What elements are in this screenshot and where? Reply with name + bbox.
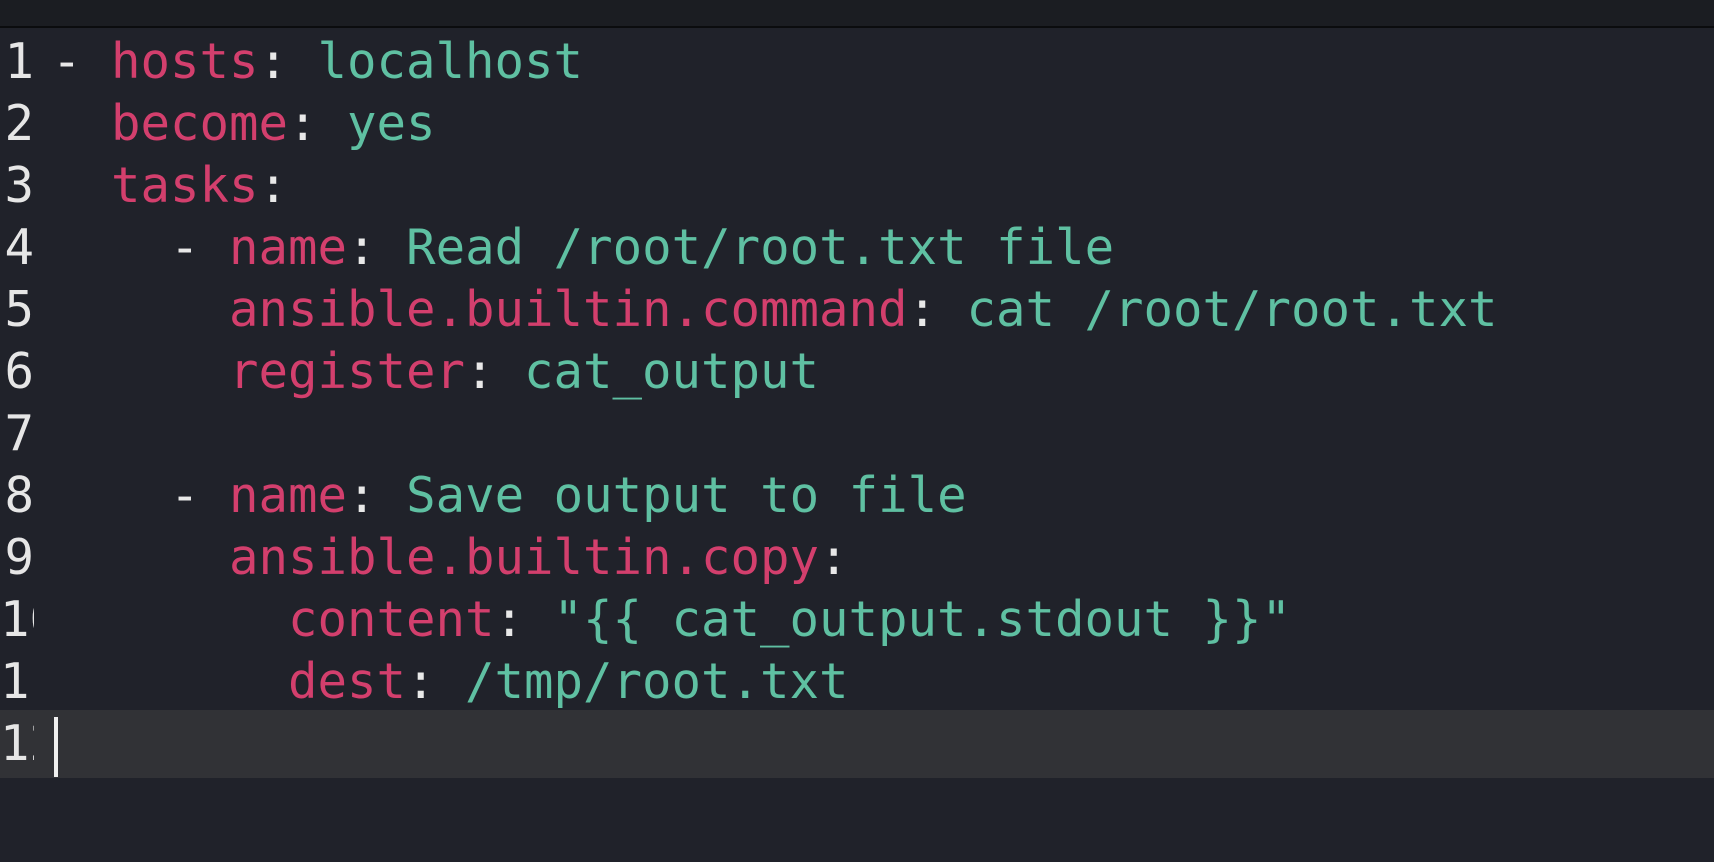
- line-number: 2: [4, 95, 34, 152]
- line-number: 5: [4, 281, 34, 338]
- yaml-value: /tmp/root.txt: [465, 653, 849, 710]
- yaml-colon: :: [347, 467, 407, 524]
- yaml-key: dest: [288, 653, 407, 710]
- yaml-value: Save output to file: [406, 467, 967, 524]
- code-line[interactable]: 2 become: yes: [0, 90, 1714, 158]
- code-line[interactable]: 6 register: cat_output: [0, 338, 1714, 406]
- yaml-colon: :: [494, 591, 554, 648]
- yaml-colon: :: [907, 281, 967, 338]
- yaml-value: "{{ cat_output.stdout }}": [553, 591, 1292, 648]
- code-line[interactable]: 8 - name: Save output to file: [0, 462, 1714, 530]
- yaml-colon: :: [258, 157, 289, 214]
- yaml-key: register: [229, 343, 466, 400]
- yaml-value: localhost: [317, 33, 584, 90]
- yaml-key: become: [111, 95, 289, 152]
- line-number: 7: [4, 405, 34, 462]
- code-line[interactable]: 11 dest: /tmp/root.txt: [0, 648, 1714, 716]
- yaml-colon: :: [406, 653, 466, 710]
- line-number: 9: [4, 529, 34, 586]
- yaml-value: cat_output: [524, 343, 820, 400]
- yaml-colon: :: [819, 529, 849, 586]
- yaml-key: content: [288, 591, 495, 648]
- editor-tab-bar: [0, 0, 1714, 28]
- line-number: 11: [0, 653, 34, 710]
- list-dash: -: [170, 467, 230, 524]
- line-number: 8: [4, 467, 34, 524]
- code-editor[interactable]: 1 - hosts: localhost 2 become: yes 3 tas…: [0, 28, 1714, 862]
- yaml-colon: :: [347, 219, 407, 276]
- list-dash: -: [52, 33, 112, 90]
- code-line[interactable]: 10 content: "{{ cat_output.stdout }}": [0, 586, 1714, 654]
- code-line[interactable]: 4 - name: Read /root/root.txt file: [0, 214, 1714, 282]
- line-number: 12: [0, 715, 34, 772]
- yaml-colon: :: [465, 343, 525, 400]
- yaml-value: yes: [347, 95, 436, 152]
- code-line[interactable]: 3 tasks:: [0, 152, 1714, 220]
- line-number: 10: [0, 591, 34, 648]
- yaml-key: tasks: [111, 157, 259, 214]
- code-line[interactable]: 5 ansible.builtin.command: cat /root/roo…: [0, 276, 1714, 344]
- text-cursor: [54, 716, 58, 777]
- yaml-colon: :: [258, 33, 318, 90]
- yaml-key: ansible.builtin.copy: [229, 529, 820, 586]
- list-dash: -: [170, 219, 230, 276]
- line-number: 1: [4, 33, 34, 90]
- line-number: 4: [4, 219, 34, 276]
- code-line[interactable]: 7: [0, 400, 1714, 468]
- code-line[interactable]: 1 - hosts: localhost: [0, 28, 1714, 96]
- code-line[interactable]: 9 ansible.builtin.copy:: [0, 524, 1714, 592]
- code-line-current[interactable]: 12: [0, 710, 1714, 778]
- line-number: 3: [4, 157, 34, 214]
- yaml-key: hosts: [111, 33, 259, 90]
- yaml-value: cat /root/root.txt: [966, 281, 1498, 338]
- line-number: 6: [4, 343, 34, 400]
- yaml-key: ansible.builtin.command: [229, 281, 908, 338]
- yaml-colon: :: [288, 95, 348, 152]
- yaml-value: Read /root/root.txt file: [406, 219, 1115, 276]
- yaml-key: name: [229, 219, 348, 276]
- yaml-key: name: [229, 467, 348, 524]
